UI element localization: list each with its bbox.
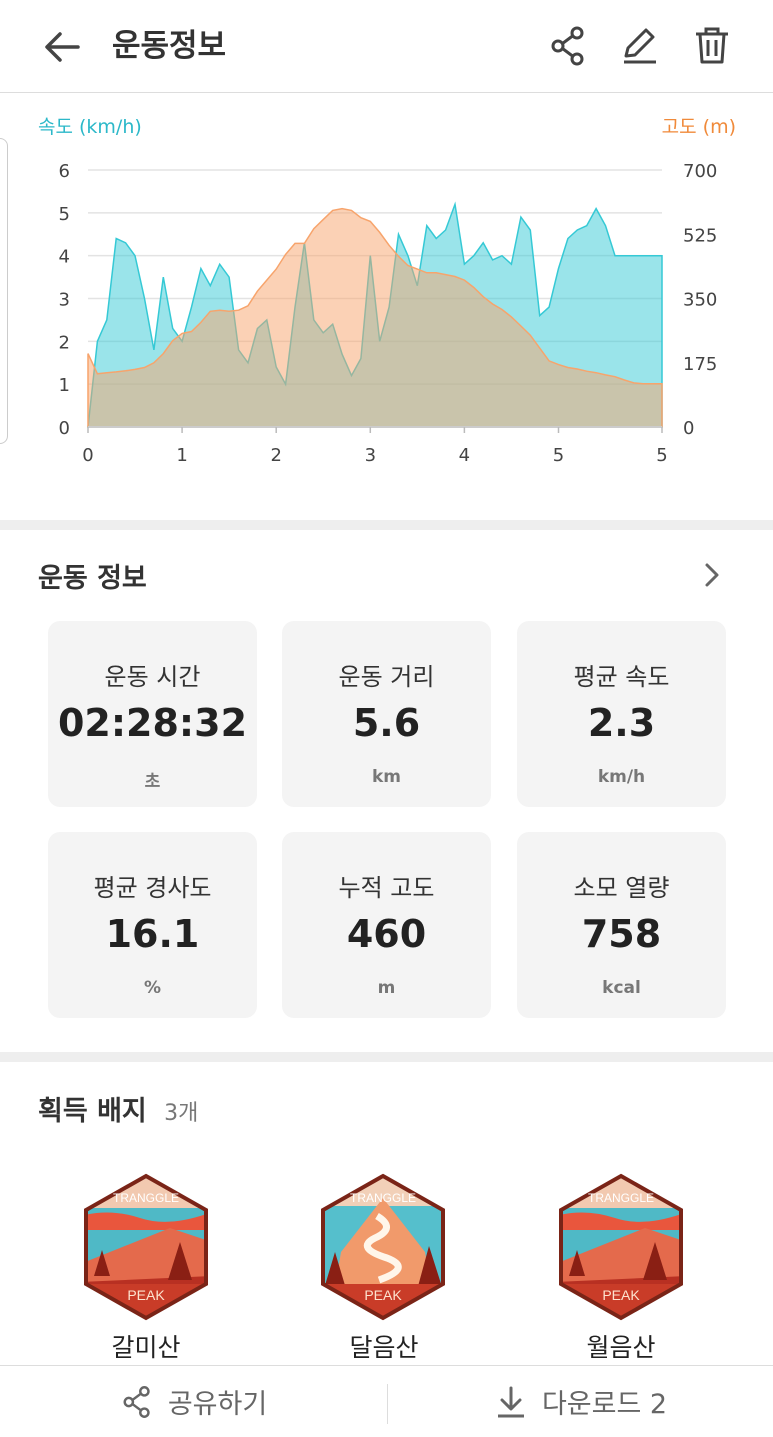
stat-value: 2.3 — [587, 701, 656, 745]
badges-title-text: 획득 배지 — [38, 1096, 147, 1127]
share-label: 공유하기 — [167, 1389, 268, 1420]
badge-top-text: TRANGGLE — [113, 1191, 179, 1205]
stat-label: 누적 고도 — [338, 874, 435, 902]
badge-top-text: TRANGGLE — [350, 1191, 416, 1205]
stat-unit: m — [377, 978, 396, 998]
x-axis-tick-label: 5 — [656, 445, 667, 466]
left-axis-tick-label: 4 — [59, 247, 70, 268]
badge-bottom-text: PEAK — [364, 1287, 402, 1303]
badge-woreumsan-icon[interactable]: TRANGGLE PEAK — [555, 1172, 687, 1322]
badge-top-text: TRANGGLE — [588, 1191, 654, 1205]
left-axis-tick-label: 2 — [59, 332, 70, 353]
right-axis-title: 고도 (m) — [662, 116, 736, 138]
stat-card-avg-slope: 평균 경사도 16.1 % — [48, 832, 257, 1018]
stat-value: 5.6 — [352, 701, 421, 745]
chart-svg: 0 1 2 3 4 5 6 0 175 350 525 700 0 1 2 3 4 5 5 속도 (km/h) 고도 (… — [38, 116, 736, 466]
badge-name: 달음산 — [349, 1333, 419, 1362]
left-axis-tick-label: 3 — [59, 290, 70, 311]
left-axis-title: 속도 (km/h) — [38, 116, 142, 138]
x-axis-tick-label: 3 — [365, 445, 376, 466]
stat-label: 평균 경사도 — [93, 874, 212, 902]
bottom-action-bar: 공유하기 다운로드 2 — [0, 1365, 773, 1437]
left-axis-tick-label: 1 — [59, 375, 70, 396]
right-axis-tick-label: 175 — [683, 354, 717, 375]
back-arrow-icon[interactable] — [40, 24, 86, 70]
page-title: 운동정보 — [112, 28, 227, 64]
right-axis-tick-label: 700 — [683, 161, 717, 182]
right-axis-tick-label: 0 — [683, 418, 694, 439]
exercise-section-title: 운동 정보 — [38, 563, 147, 594]
badge-bottom-text: PEAK — [602, 1287, 640, 1303]
download-button[interactable]: 다운로드 2 — [388, 1366, 773, 1437]
stat-value: 758 — [581, 912, 662, 956]
left-axis-tick-label: 6 — [59, 161, 70, 182]
stat-card-distance: 운동 거리 5.6 km — [282, 621, 491, 807]
stat-label: 평균 속도 — [573, 663, 670, 691]
stat-card-time: 운동 시간 02:28:32 초 — [48, 621, 257, 807]
speed-altitude-chart: 0 1 2 3 4 5 6 0 175 350 525 700 0 1 2 3 4 5 5 속도 (km/h) 고도 (… — [0, 93, 773, 520]
right-axis-tick-label: 350 — [683, 290, 717, 311]
stat-value: 460 — [346, 912, 427, 956]
app-header: 운동정보 — [0, 0, 773, 93]
stat-card-avg-speed: 평균 속도 2.3 km/h — [517, 621, 726, 807]
stat-label: 운동 거리 — [338, 663, 435, 691]
share-button[interactable]: 공유하기 — [0, 1366, 387, 1437]
trash-icon[interactable] — [692, 24, 732, 68]
x-axis-tick-label: 5 — [553, 445, 564, 466]
badge-name: 월음산 — [586, 1333, 656, 1362]
x-axis-tick-label: 2 — [270, 445, 281, 466]
edit-pencil-icon[interactable] — [620, 24, 660, 68]
stat-label: 운동 시간 — [104, 663, 201, 691]
left-axis-tick-label: 0 — [59, 418, 70, 439]
share-icon[interactable] — [548, 24, 588, 68]
stat-value: 16.1 — [105, 912, 200, 956]
x-axis-tick-label: 4 — [459, 445, 470, 466]
badges-count: 3개 — [164, 1101, 199, 1126]
left-axis-tick-label: 5 — [59, 204, 70, 225]
stat-unit: kcal — [602, 978, 641, 998]
stat-unit: % — [143, 978, 162, 998]
share-icon — [123, 1385, 150, 1418]
x-axis-tick-label: 0 — [82, 445, 93, 466]
download-icon — [497, 1386, 524, 1417]
badge-bottom-text: PEAK — [127, 1287, 165, 1303]
badge-name: 갈미산 — [111, 1333, 181, 1362]
badges-section-title: 획득 배지 3개 — [38, 1089, 198, 1128]
section-divider — [0, 1052, 773, 1062]
badge-galmisan-icon[interactable]: TRANGGLE PEAK — [80, 1172, 212, 1322]
section-divider — [0, 520, 773, 530]
download-label: 다운로드 2 — [541, 1389, 668, 1420]
badge-dareumsan-icon[interactable]: TRANGGLE PEAK — [317, 1172, 449, 1322]
stat-card-calories: 소모 열량 758 kcal — [517, 832, 726, 1018]
stat-card-elevation: 누적 고도 460 m — [282, 832, 491, 1018]
x-axis-tick-label: 1 — [176, 445, 187, 466]
right-axis-tick-label: 525 — [683, 225, 717, 246]
chevron-right-icon[interactable] — [700, 561, 724, 589]
stat-unit: km/h — [597, 767, 646, 787]
stat-label: 소모 열량 — [573, 874, 670, 902]
stat-unit: 초 — [144, 772, 161, 792]
stat-value: 02:28:32 — [57, 701, 248, 745]
stat-unit: km — [371, 767, 402, 787]
